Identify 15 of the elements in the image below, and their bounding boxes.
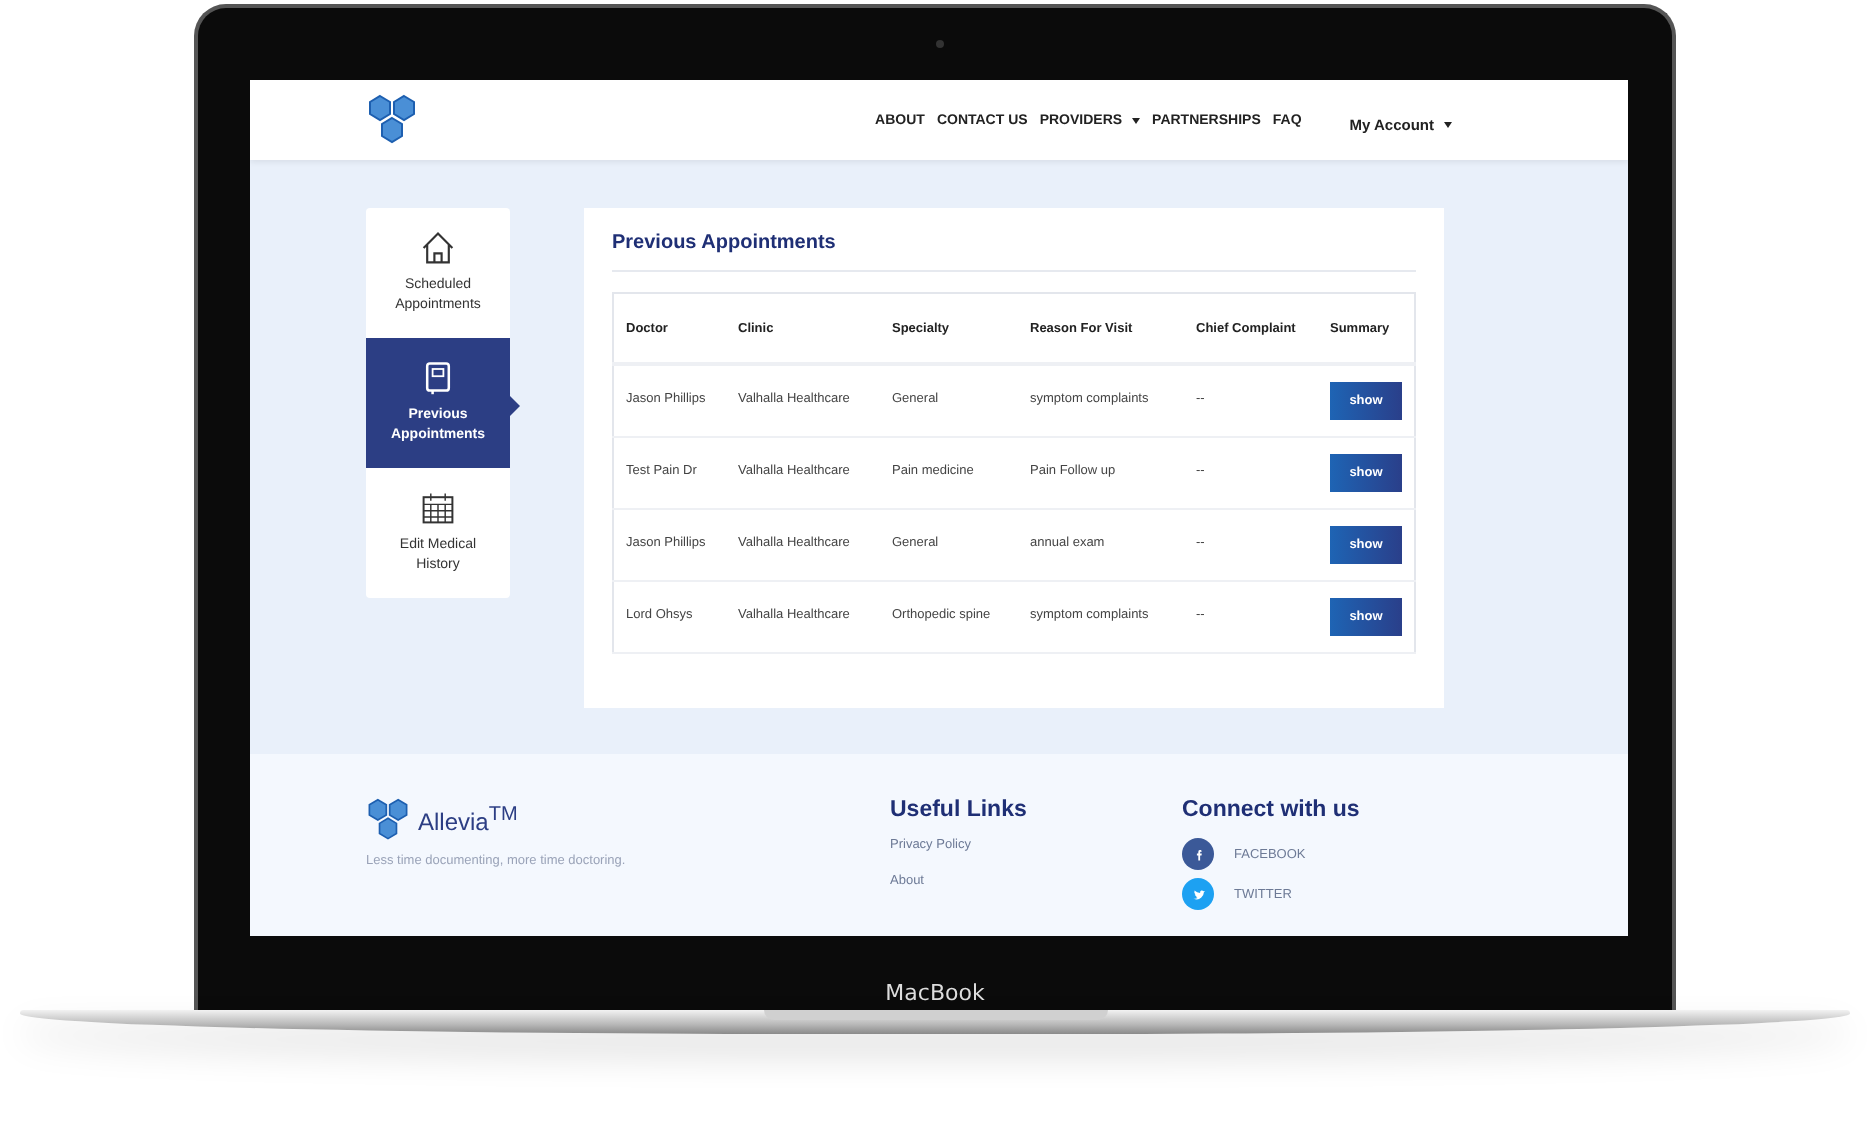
house-icon xyxy=(420,229,456,265)
calendar-icon xyxy=(420,489,456,525)
letter-f-icon[interactable] xyxy=(1182,838,1214,870)
card-title: Previous Appointments xyxy=(612,232,1416,272)
footer-heading: Connect with us xyxy=(1182,798,1360,822)
logo-icon xyxy=(366,94,418,146)
bird-icon[interactable] xyxy=(1182,878,1214,910)
caret-icon xyxy=(1132,117,1141,123)
device-label: MacBook xyxy=(883,980,987,1006)
caret-icon xyxy=(1444,121,1452,127)
notebook-icon xyxy=(420,359,456,395)
footer-heading: Useful Links xyxy=(890,798,1029,822)
pointer-icon xyxy=(510,396,520,416)
brand-name: Allevia$^{TM}$ xyxy=(418,804,518,836)
logo-icon xyxy=(366,798,410,842)
